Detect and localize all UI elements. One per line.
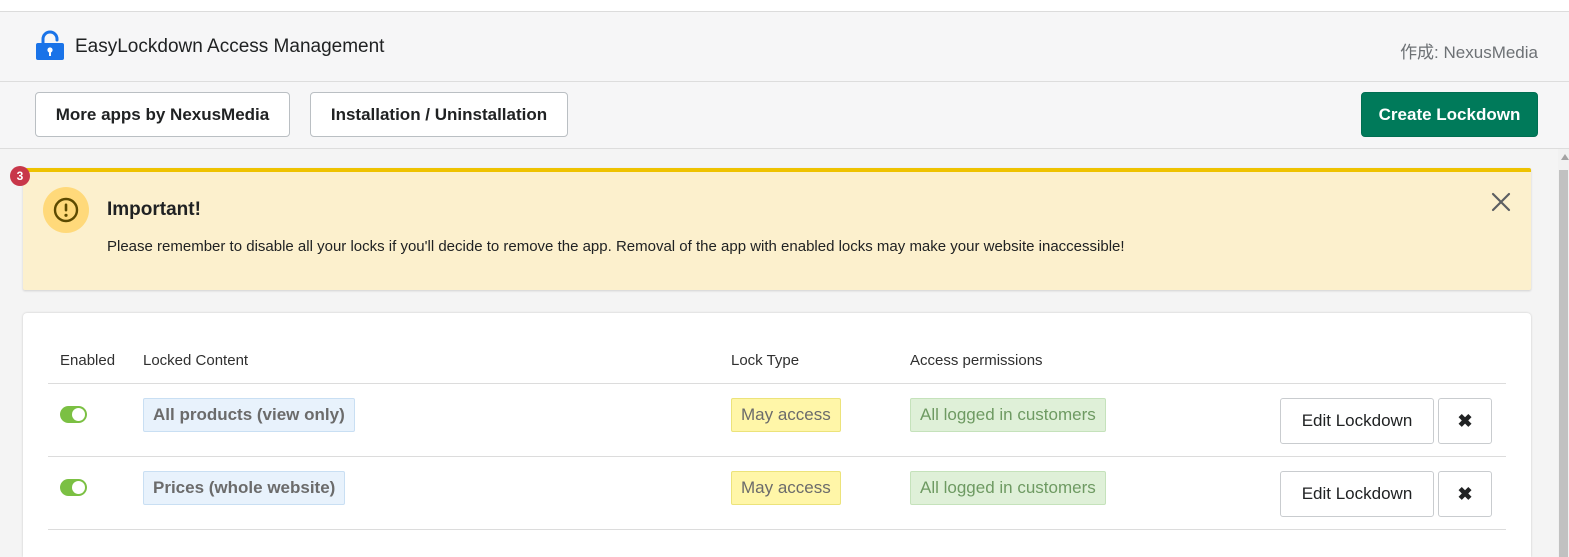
toggle-knob [72,481,85,494]
important-banner: Important! Please remember to disable al… [23,168,1531,290]
scroll-up-arrow-icon[interactable] [1561,154,1569,160]
installation-button[interactable]: Installation / Uninstallation [310,92,568,137]
close-icon[interactable] [1490,191,1512,213]
header-locked-content: Locked Content [143,352,249,369]
app-title: EasyLockdown Access Management [75,36,385,57]
banner-message: Please remember to disable all your lock… [107,238,1125,255]
alert-icon-wrap [43,187,89,233]
locked-content-tag: All products (view only) [143,398,355,432]
table-row: Prices (whole website) May access All lo… [23,457,1531,530]
access-permissions-tag: All logged in customers [910,471,1106,505]
row-divider [48,529,1506,530]
action-toolbar: More apps by NexusMedia Installation / U… [0,82,1569,149]
header-access-permissions: Access permissions [910,352,1043,369]
more-apps-button[interactable]: More apps by NexusMedia [35,92,290,137]
banner-title: Important! [107,199,201,220]
edit-lockdown-button[interactable]: Edit Lockdown [1280,471,1434,517]
lockdowns-card: Enabled Locked Content Lock Type Access … [23,313,1531,557]
author-label: 作成: NexusMedia [1400,43,1538,62]
padlock-icon [36,30,64,60]
table-row: All products (view only) May access All … [23,384,1531,457]
header-lock-type: Lock Type [731,352,800,369]
locked-content-tag: Prices (whole website) [143,471,346,505]
lock-type-tag: May access [731,398,841,432]
delete-lockdown-button[interactable]: ✖ [1438,398,1492,444]
access-permissions-tag: All logged in customers [910,398,1106,432]
enabled-toggle[interactable] [60,479,87,496]
create-lockdown-button[interactable]: Create Lockdown [1361,92,1538,137]
enabled-toggle[interactable] [60,406,87,423]
toggle-knob [72,408,85,421]
window-top-edge [0,0,1569,12]
header-enabled: Enabled [60,352,116,369]
edit-lockdown-button[interactable]: Edit Lockdown [1280,398,1434,444]
delete-lockdown-button[interactable]: ✖ [1438,471,1492,517]
lock-type-tag: May access [731,471,841,505]
alert-circle-icon [53,197,79,223]
notification-badge: 3 [10,166,30,186]
app-header: EasyLockdown Access Management 作成: Nexus… [0,12,1569,82]
scrollbar-thumb[interactable] [1559,170,1568,557]
